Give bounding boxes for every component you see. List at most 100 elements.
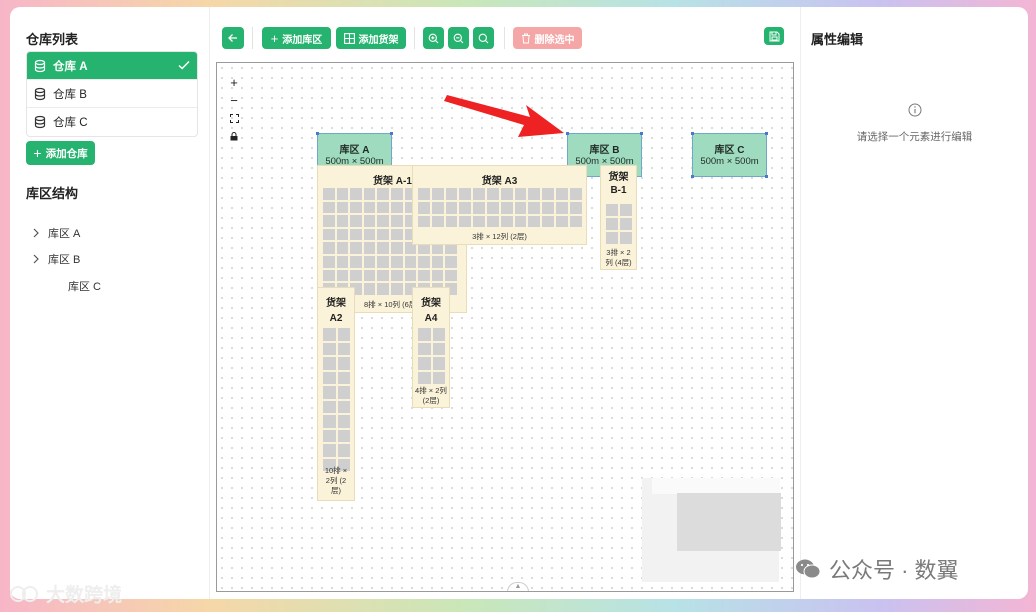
rack-cell <box>390 215 403 227</box>
zoom-in-button[interactable] <box>423 27 444 49</box>
rack-name: 货架 A4 <box>421 298 441 324</box>
rack-cell <box>323 386 336 399</box>
rack-cell <box>337 357 350 370</box>
back-button[interactable] <box>222 27 244 49</box>
resize-handle[interactable] <box>691 175 694 178</box>
minimap-viewport[interactable] <box>677 493 781 551</box>
rack-cell <box>363 269 376 282</box>
rack-cell <box>432 328 445 341</box>
rack-cell <box>350 242 362 254</box>
rack-cell <box>323 328 336 341</box>
rack-cell <box>323 371 336 384</box>
rack-cell <box>528 215 541 228</box>
rack-b1[interactable]: 货架 B-1 3排 × 2列 (4层) <box>600 165 637 270</box>
rack-cell <box>377 215 389 227</box>
rack-cell <box>390 188 403 200</box>
rack-cells <box>418 188 582 228</box>
rack-cells <box>323 328 350 471</box>
rack-cell <box>486 215 499 228</box>
lock-icon[interactable] <box>227 129 241 143</box>
add-zone-button[interactable]: + 添加库区 <box>262 27 331 49</box>
warehouse-item-c[interactable]: 仓库 C <box>27 108 197 136</box>
warehouse-item-label: 仓库 A <box>53 60 88 73</box>
warehouse-item-b[interactable]: 仓库 B <box>27 80 197 108</box>
rack-cell <box>377 283 389 295</box>
warehouse-item-label: 仓库 C <box>53 117 88 129</box>
rack-cell <box>323 201 335 214</box>
tree-item-zone-b[interactable]: 库区 B <box>33 251 80 267</box>
toolbar-divider <box>414 27 415 49</box>
rack-cell <box>459 201 472 214</box>
rack-cell <box>337 328 350 341</box>
zoom-reset-button[interactable] <box>473 27 494 49</box>
canvas-zoom-in-control[interactable]: + <box>227 75 241 90</box>
resize-handle[interactable] <box>316 132 319 135</box>
warehouse-canvas[interactable]: + − 库区 A 500m × 500m 库区 B 500m × 500m 库区… <box>216 62 794 592</box>
rack-cell <box>336 228 349 241</box>
add-warehouse-button[interactable]: + 添加仓库 <box>26 141 95 165</box>
zone-name: 库区 A <box>339 145 370 156</box>
rack-cell <box>337 386 350 399</box>
add-rack-button[interactable]: 添加货架 <box>336 27 406 49</box>
rack-cell <box>500 215 513 228</box>
rack-cell <box>323 429 336 442</box>
search-icon <box>478 33 489 43</box>
fit-view-icon[interactable] <box>227 111 241 125</box>
rack-name: 货架 A3 <box>481 176 518 187</box>
rack-a2[interactable]: 货架 A2 10排 × 2列 (2层) <box>317 287 355 501</box>
rack-cell <box>445 188 458 200</box>
rack-cell <box>431 201 444 214</box>
zone-name: 库区 C <box>714 145 745 156</box>
rack-a4[interactable]: 货架 A4 4排 × 2列 (2层) <box>412 287 450 408</box>
rack-cell <box>473 188 485 200</box>
grid-icon <box>343 32 355 44</box>
database-icon <box>34 115 46 129</box>
rack-cell <box>432 357 445 370</box>
rack-detail: 10排 × 2列 (2层) <box>324 466 348 495</box>
save-button[interactable] <box>764 27 784 45</box>
rack-cell <box>555 188 568 200</box>
rack-cell <box>350 269 362 282</box>
rack-cell <box>404 269 417 282</box>
toolbar-divider <box>252 27 253 49</box>
rack-cell <box>418 328 431 341</box>
rack-cell <box>418 255 430 268</box>
save-icon <box>769 31 779 41</box>
zone-c-block[interactable]: 库区 C 500m × 500m <box>691 132 768 178</box>
watermark-left: 大数跨境 <box>8 580 122 607</box>
resize-handle[interactable] <box>765 132 768 135</box>
rack-cell <box>542 201 554 214</box>
rack-detail: 3排 × 12列 (2层) <box>472 232 527 241</box>
rack-cell <box>363 215 376 227</box>
rack-cell <box>390 201 403 214</box>
rack-cell <box>377 269 389 282</box>
rack-cell <box>337 371 350 384</box>
rack-cell <box>569 215 582 228</box>
tree-item-zone-c[interactable]: 库区 C <box>68 278 101 294</box>
rack-cell <box>363 188 376 200</box>
chevron-right-icon <box>33 254 39 264</box>
rack-cell <box>431 188 444 200</box>
canvas-zoom-out-control[interactable]: − <box>227 93 241 108</box>
resize-handle[interactable] <box>765 175 768 178</box>
rack-cell <box>323 228 335 241</box>
watermark-right: 公众号 · 数翼 <box>795 553 959 585</box>
rack-cell <box>459 188 472 200</box>
delete-selected-button[interactable]: 删除选中 <box>513 27 582 49</box>
resize-handle[interactable] <box>691 132 694 135</box>
warehouse-item-a[interactable]: 仓库 A <box>27 52 197 80</box>
rack-cell <box>431 255 444 268</box>
rack-cell <box>445 201 458 214</box>
rack-cell <box>337 400 350 413</box>
tree-item-zone-a[interactable]: 库区 A <box>33 225 80 241</box>
zoom-out-button[interactable] <box>448 27 469 49</box>
chevron-right-icon <box>33 228 39 238</box>
rack-cell <box>514 201 527 214</box>
rack-cell <box>390 228 403 241</box>
plus-icon: + <box>33 145 42 161</box>
resize-handle[interactable] <box>390 132 393 135</box>
rack-a3[interactable]: 货架 A3 3排 × 12列 (2层) <box>412 165 587 245</box>
rack-cell <box>431 215 444 228</box>
resize-handle[interactable] <box>640 132 643 135</box>
rack-cell <box>336 269 349 282</box>
